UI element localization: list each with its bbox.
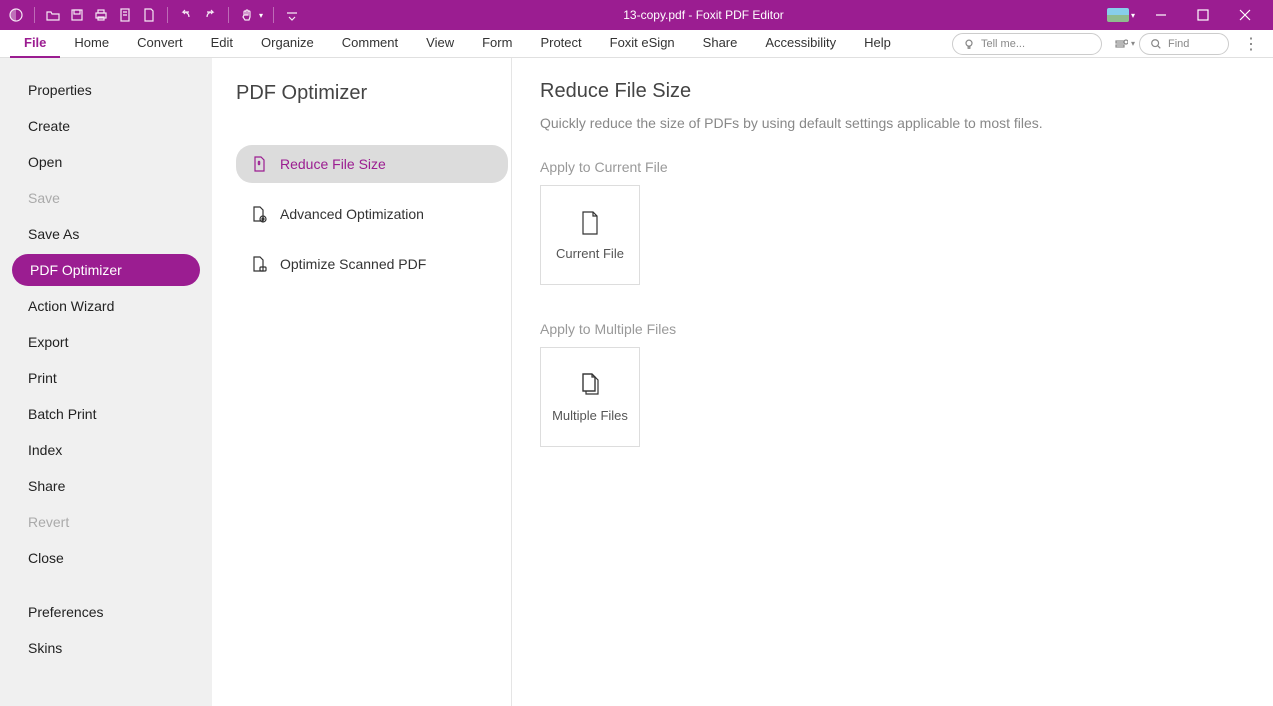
sidebar-item-action-wizard[interactable]: Action Wizard	[0, 288, 212, 324]
option-label: Advanced Optimization	[280, 206, 424, 222]
gear-doc-icon	[250, 205, 268, 223]
current-file-button[interactable]: Current File	[540, 185, 640, 285]
ribbon-more-button[interactable]: ⋮	[1239, 34, 1263, 54]
sidebar-item-revert: Revert	[0, 504, 212, 540]
main-title: Reduce File Size	[540, 80, 1245, 103]
clipboard-icon[interactable]	[117, 7, 133, 23]
sidebar-item-properties[interactable]: Properties	[0, 72, 212, 108]
ribbon-tab-view[interactable]: View	[412, 30, 468, 58]
close-button[interactable]	[1229, 0, 1261, 30]
sidebar-item-save-as[interactable]: Save As	[0, 216, 212, 252]
find-placeholder: Find	[1168, 38, 1189, 50]
find-input[interactable]: Find	[1139, 33, 1229, 55]
sidebar-item-create[interactable]: Create	[0, 108, 212, 144]
sidebar-item-index[interactable]: Index	[0, 432, 212, 468]
optimizer-panel-title: PDF Optimizer	[236, 82, 503, 105]
section-current-file: Apply to Current File	[540, 159, 1245, 175]
new-doc-icon[interactable]	[141, 7, 157, 23]
option-optimize-scanned[interactable]: Optimize Scanned PDF	[236, 245, 508, 283]
ribbon-tab-help[interactable]: Help	[850, 30, 905, 58]
undo-icon[interactable]	[178, 7, 194, 23]
ribbon-tab-home[interactable]: Home	[60, 30, 123, 58]
optimizer-main-panel: Reduce File Size Quickly reduce the size…	[512, 58, 1273, 706]
titlebar: ▾ 13-copy.pdf - Foxit PDF Editor ▾	[0, 0, 1273, 30]
ribbon-tab-file[interactable]: File	[10, 30, 60, 58]
ribbon-tab-convert[interactable]: Convert	[123, 30, 197, 58]
scan-doc-icon	[250, 255, 268, 273]
open-icon[interactable]	[45, 7, 61, 23]
multiple-files-button[interactable]: Multiple Files	[540, 347, 640, 447]
hand-icon[interactable]	[239, 7, 255, 23]
option-label: Reduce File Size	[280, 156, 386, 172]
user-avatar[interactable]: ▾	[1107, 8, 1135, 22]
app-logo-icon[interactable]	[8, 7, 24, 23]
ribbon-tabs: File Home Convert Edit Organize Comment …	[0, 30, 1273, 58]
files-icon	[579, 372, 601, 398]
tell-me-placeholder: Tell me...	[981, 38, 1025, 50]
card-label: Multiple Files	[552, 408, 628, 423]
redo-icon[interactable]	[202, 7, 218, 23]
ribbon-tab-organize[interactable]: Organize	[247, 30, 328, 58]
section-multiple-files: Apply to Multiple Files	[540, 321, 1245, 337]
ribbon-tab-comment[interactable]: Comment	[328, 30, 412, 58]
sidebar-item-print[interactable]: Print	[0, 360, 212, 396]
file-icon	[579, 210, 601, 236]
sidebar-item-export[interactable]: Export	[0, 324, 212, 360]
sidebar-item-share[interactable]: Share	[0, 468, 212, 504]
option-label: Optimize Scanned PDF	[280, 256, 426, 272]
sidebar-item-pdf-optimizer[interactable]: PDF Optimizer	[12, 254, 200, 286]
customize-menu-icon[interactable]	[284, 7, 300, 23]
file-sidebar: Properties Create Open Save Save As PDF …	[0, 58, 212, 706]
ribbon-tab-protect[interactable]: Protect	[526, 30, 595, 58]
print-icon[interactable]	[93, 7, 109, 23]
minimize-button[interactable]	[1145, 0, 1177, 30]
search-icon	[1150, 38, 1162, 50]
maximize-button[interactable]	[1187, 0, 1219, 30]
sidebar-item-open[interactable]: Open	[0, 144, 212, 180]
ribbon-tab-accessibility[interactable]: Accessibility	[751, 30, 850, 58]
ribbon-tab-edit[interactable]: Edit	[197, 30, 247, 58]
compress-icon	[250, 155, 268, 173]
card-label: Current File	[556, 246, 624, 261]
option-advanced-optimization[interactable]: Advanced Optimization	[236, 195, 508, 233]
advanced-search-button[interactable]: ▾	[1114, 37, 1135, 51]
save-icon[interactable]	[69, 7, 85, 23]
sidebar-item-preferences[interactable]: Preferences	[0, 594, 212, 630]
optimizer-options-panel: PDF Optimizer Reduce File Size Advanced …	[212, 58, 512, 706]
main-description: Quickly reduce the size of PDFs by using…	[540, 115, 1245, 131]
bulb-icon	[963, 38, 975, 50]
sidebar-item-batch-print[interactable]: Batch Print	[0, 396, 212, 432]
sidebar-item-close[interactable]: Close	[0, 540, 212, 576]
sidebar-item-skins[interactable]: Skins	[0, 630, 212, 666]
ribbon-tab-form[interactable]: Form	[468, 30, 526, 58]
sidebar-item-save: Save	[0, 180, 212, 216]
window-title: 13-copy.pdf - Foxit PDF Editor	[300, 8, 1107, 22]
option-reduce-file-size[interactable]: Reduce File Size	[236, 145, 508, 183]
tell-me-search[interactable]: Tell me...	[952, 33, 1102, 55]
ribbon-tab-share[interactable]: Share	[689, 30, 752, 58]
ribbon-tab-esign[interactable]: Foxit eSign	[596, 30, 689, 58]
